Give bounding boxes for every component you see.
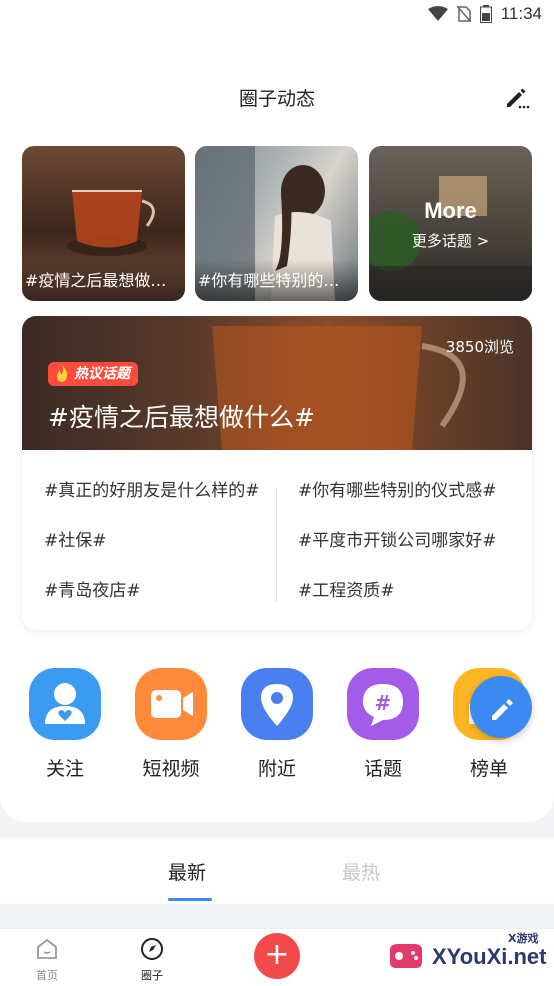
watermark-tag: X游戏 <box>508 932 539 945</box>
status-bar: 11:34 <box>0 0 554 30</box>
tab-latest[interactable]: 最新 <box>168 858 206 885</box>
watermark-site: XYouXi.net <box>432 944 547 969</box>
topic-link[interactable]: #平度市开锁公司哪家好# <box>298 526 516 551</box>
video-camera-icon <box>135 668 207 740</box>
tile-caption: #疫情之后最想做什么# <box>22 259 185 301</box>
topic-link[interactable]: #真正的好朋友是什么样的# <box>44 476 262 501</box>
edit-post-icon[interactable] <box>504 84 530 110</box>
hashtag-chat-icon: # <box>347 668 419 740</box>
hot-topic-title: #疫情之后最想做什么# <box>48 403 315 432</box>
shortcut-follow[interactable]: 关注 <box>20 668 110 781</box>
fire-icon <box>57 365 68 382</box>
more-title: More <box>424 198 477 223</box>
wifi-icon <box>427 6 448 21</box>
add-button[interactable]: + <box>254 933 300 979</box>
status-icons: 11:34 <box>427 4 542 24</box>
compass-icon <box>141 938 163 960</box>
topic-tile[interactable]: #你有哪些特别的仪式感# <box>195 146 358 301</box>
nav-circle[interactable]: 圈子 <box>122 937 182 983</box>
topic-link[interactable]: #社保# <box>44 526 262 551</box>
topic-list: #真正的好朋友是什么样的# #你有哪些特别的仪式感# #社保# #平度市开锁公司… <box>22 450 532 630</box>
feed-tabs: 最新 最热 <box>0 838 554 904</box>
topic-link[interactable]: #你有哪些特别的仪式感# <box>298 476 516 501</box>
battery-icon <box>479 5 492 23</box>
status-time: 11:34 <box>500 4 542 23</box>
more-topics-link: 更多话题 > <box>411 232 490 250</box>
home-icon <box>37 938 57 959</box>
hot-topic-banner[interactable]: 3850浏览 热议话题 #疫情之后最想做什么# <box>22 316 532 450</box>
hot-topic-card: 3850浏览 热议话题 #疫情之后最想做什么# #真正的好朋友是什么样的# #你… <box>22 316 532 630</box>
no-sim-icon <box>456 6 471 22</box>
page-title: 圈子动态 <box>238 88 315 110</box>
column-divider <box>276 490 277 602</box>
gamepad-logo-icon <box>390 944 422 968</box>
tab-hot[interactable]: 最热 <box>342 858 380 885</box>
shortcut-topics[interactable]: # 话题 <box>338 668 428 781</box>
location-pin-icon <box>241 668 313 740</box>
topic-tiles: #疫情之后最想做什么# #你有哪些特别的仪式感# More 更多话题 > <box>22 146 532 302</box>
tile-caption: #你有哪些特别的仪式感# <box>195 259 358 301</box>
more-topics-tile[interactable]: More 更多话题 > <box>369 146 532 301</box>
svg-text:#: # <box>375 691 392 715</box>
shortcut-nearby[interactable]: 附近 <box>232 668 322 781</box>
site-watermark: XYouXi.net X游戏 <box>384 930 554 986</box>
shortcut-short-video[interactable]: 短视频 <box>126 668 216 781</box>
active-tab-indicator <box>168 898 212 901</box>
hot-topic-badge: 热议话题 <box>48 362 138 386</box>
topic-link[interactable]: #工程资质# <box>298 576 516 601</box>
user-heart-icon <box>29 668 101 740</box>
topic-link[interactable]: #青岛夜店# <box>44 576 262 601</box>
floating-post-button[interactable] <box>470 676 532 738</box>
topic-tile[interactable]: #疫情之后最想做什么# <box>22 146 185 301</box>
views-count: 3850浏览 <box>445 338 514 356</box>
nav-home[interactable]: 首页 <box>17 937 77 983</box>
pencil-icon <box>492 699 513 720</box>
